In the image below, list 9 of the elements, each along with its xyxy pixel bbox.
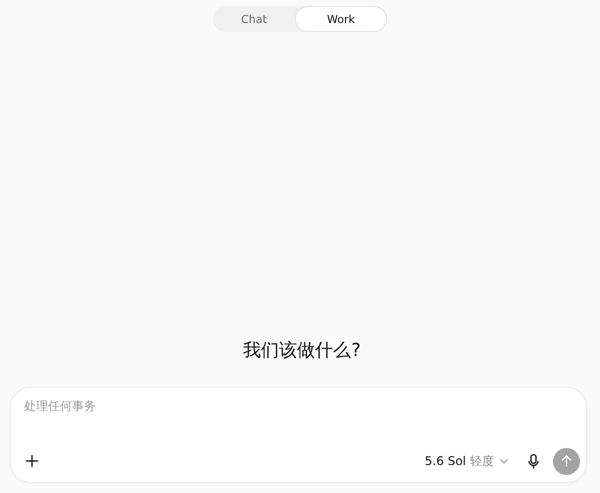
heading: 我们该做什么? <box>242 339 362 362</box>
plus-icon[interactable] <box>26 455 38 467</box>
model-selector[interactable]: 5.6 Sol 轻度 <box>424 452 508 470</box>
message-field[interactable]: 处理任何事务 5.6 Sol 轻度 <box>10 387 587 483</box>
microphone-icon[interactable] <box>528 454 539 468</box>
arrow-up-icon <box>561 455 572 467</box>
caret-icon <box>500 458 508 464</box>
tab[interactable]: Work <box>294 6 387 32</box>
tab[interactable]: Chat <box>213 6 295 32</box>
